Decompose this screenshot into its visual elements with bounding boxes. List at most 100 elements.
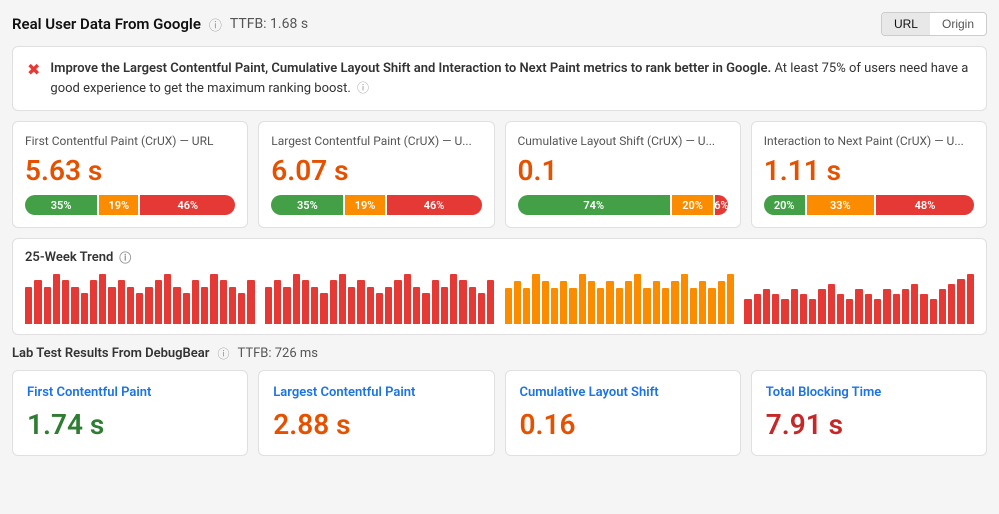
trend-chart-0 [25, 274, 255, 324]
crux-bar-segment-2-2: 6% [715, 195, 728, 215]
header-left: Real User Data From Google ⓘ TTFB: 1.68 … [12, 15, 308, 34]
trend-info-icon[interactable]: ⓘ [119, 249, 131, 266]
trend-bar-2-0 [505, 288, 512, 324]
crux-bar-segment-1-0: 35% [271, 195, 343, 215]
trend-bar-1-17 [422, 293, 429, 324]
lab-card-value-1: 2.88 s [273, 408, 479, 441]
trend-bar-3-8 [818, 289, 825, 324]
crux-cards-grid: First Contentful Paint (CrUX) — URL 5.63 … [12, 121, 987, 228]
trend-bar-1-5 [311, 287, 318, 325]
trend-bar-1-20 [450, 274, 457, 324]
crux-card-value-0: 5.63 s [25, 154, 235, 187]
header-info-icon[interactable]: ⓘ [209, 15, 222, 34]
trend-bar-2-11 [606, 281, 613, 324]
trend-bar-0-14 [155, 280, 162, 324]
crux-card-3: Interaction to Next Paint (CrUX) — U...1… [751, 121, 987, 228]
trend-bar-1-12 [376, 293, 383, 324]
alert-info-icon[interactable]: ⓘ [357, 81, 369, 95]
trend-bar-0-21 [220, 280, 227, 324]
crux-bar-segment-3-0: 20% [764, 195, 805, 215]
origin-toggle-button[interactable]: Origin [930, 13, 986, 35]
trend-bar-1-4 [302, 280, 309, 324]
trend-bar-0-17 [183, 293, 190, 324]
trend-bar-0-19 [201, 287, 208, 325]
trend-bar-2-21 [699, 281, 706, 324]
trend-bar-1-15 [404, 274, 411, 324]
trend-bar-0-24 [247, 280, 254, 324]
trend-bar-3-14 [874, 299, 881, 324]
trend-bar-3-9 [828, 284, 835, 324]
trend-bar-2-3 [532, 274, 539, 324]
lab-card-2: Cumulative Layout Shift0.16 [505, 370, 741, 456]
lab-info-icon[interactable]: ⓘ [217, 345, 229, 362]
trend-bar-3-12 [855, 289, 862, 324]
trend-section: 25-Week Trend ⓘ [12, 238, 987, 335]
crux-bar-segment-1-2: 46% [387, 195, 482, 215]
trend-bar-1-23 [478, 293, 485, 324]
trend-bar-3-22 [948, 284, 955, 324]
trend-bar-2-7 [569, 288, 576, 324]
trend-bar-1-22 [469, 287, 476, 325]
crux-bar-segment-0-0: 35% [25, 195, 97, 215]
trend-bar-0-2 [44, 287, 51, 325]
url-toggle-button[interactable]: URL [882, 13, 930, 35]
lab-card-1: Largest Contentful Paint2.88 s [258, 370, 494, 456]
trend-bar-3-5 [791, 289, 798, 324]
trend-bar-0-15 [164, 274, 171, 324]
trend-bar-0-1 [34, 280, 41, 324]
trend-bar-0-9 [108, 287, 115, 325]
lab-card-value-2: 0.16 [520, 408, 726, 441]
trend-bar-3-21 [939, 289, 946, 324]
trend-bar-3-3 [772, 294, 779, 324]
trend-bar-1-21 [459, 280, 466, 324]
trend-bar-2-10 [597, 288, 604, 324]
trend-bar-2-4 [542, 281, 549, 324]
lab-card-title-3: Total Blocking Time [766, 385, 972, 400]
trend-bar-3-1 [754, 294, 761, 324]
alert-error-icon: ✖ [27, 60, 40, 79]
trend-bar-3-10 [837, 294, 844, 324]
trend-bar-2-24 [727, 274, 734, 324]
trend-bar-2-2 [523, 288, 530, 324]
trend-bar-0-8 [99, 274, 106, 324]
trend-charts-grid [25, 274, 974, 324]
trend-bar-1-2 [283, 287, 290, 325]
trend-bar-0-7 [90, 280, 97, 324]
lab-ttfb: TTFB: 726 ms [237, 346, 318, 361]
trend-title: 25-Week Trend [25, 250, 113, 265]
lab-section-header: Lab Test Results From DebugBear ⓘ TTFB: … [12, 345, 987, 362]
trend-bar-2-20 [690, 288, 697, 324]
trend-bar-3-4 [781, 299, 788, 324]
crux-bar-segment-2-1: 20% [672, 195, 713, 215]
trend-bar-0-6 [81, 293, 88, 324]
trend-chart-2 [505, 274, 735, 324]
alert-text: Improve the Largest Contentful Paint, Cu… [50, 59, 972, 98]
lab-card-value-3: 7.91 s [766, 408, 972, 441]
trend-bar-1-8 [339, 274, 346, 324]
trend-bar-2-1 [514, 281, 521, 324]
alert-banner: ✖ Improve the Largest Contentful Paint, … [12, 46, 987, 111]
trend-bar-2-17 [662, 288, 669, 324]
trend-bar-3-0 [744, 299, 751, 324]
crux-bar-segment-3-2: 48% [876, 195, 974, 215]
trend-bar-2-6 [560, 281, 567, 324]
alert-bold-text: Improve the Largest Contentful Paint, Cu… [50, 61, 771, 76]
trend-bar-2-5 [551, 288, 558, 324]
trend-bar-3-20 [930, 299, 937, 324]
lab-card-value-0: 1.74 s [27, 408, 233, 441]
crux-card-title-1: Largest Contentful Paint (CrUX) — U... [271, 134, 481, 148]
lab-card-title-0: First Contentful Paint [27, 385, 233, 400]
crux-card-2: Cumulative Layout Shift (CrUX) — U...0.1… [505, 121, 741, 228]
lab-title: Lab Test Results From DebugBear [12, 346, 209, 361]
lab-card-0: First Contentful Paint 1.74 s [12, 370, 248, 456]
trend-bar-3-6 [800, 294, 807, 324]
trend-bar-0-23 [238, 293, 245, 324]
trend-bar-3-16 [893, 294, 900, 324]
crux-card-title-0: First Contentful Paint (CrUX) — URL [25, 134, 235, 148]
trend-bar-1-10 [357, 280, 364, 324]
trend-bar-3-17 [902, 289, 909, 324]
header-ttfb: TTFB: 1.68 s [230, 16, 308, 32]
crux-card-bar-2: 74%20%6% [518, 195, 728, 215]
trend-bar-1-11 [367, 287, 374, 325]
crux-card-bar-1: 35%19%46% [271, 195, 481, 215]
